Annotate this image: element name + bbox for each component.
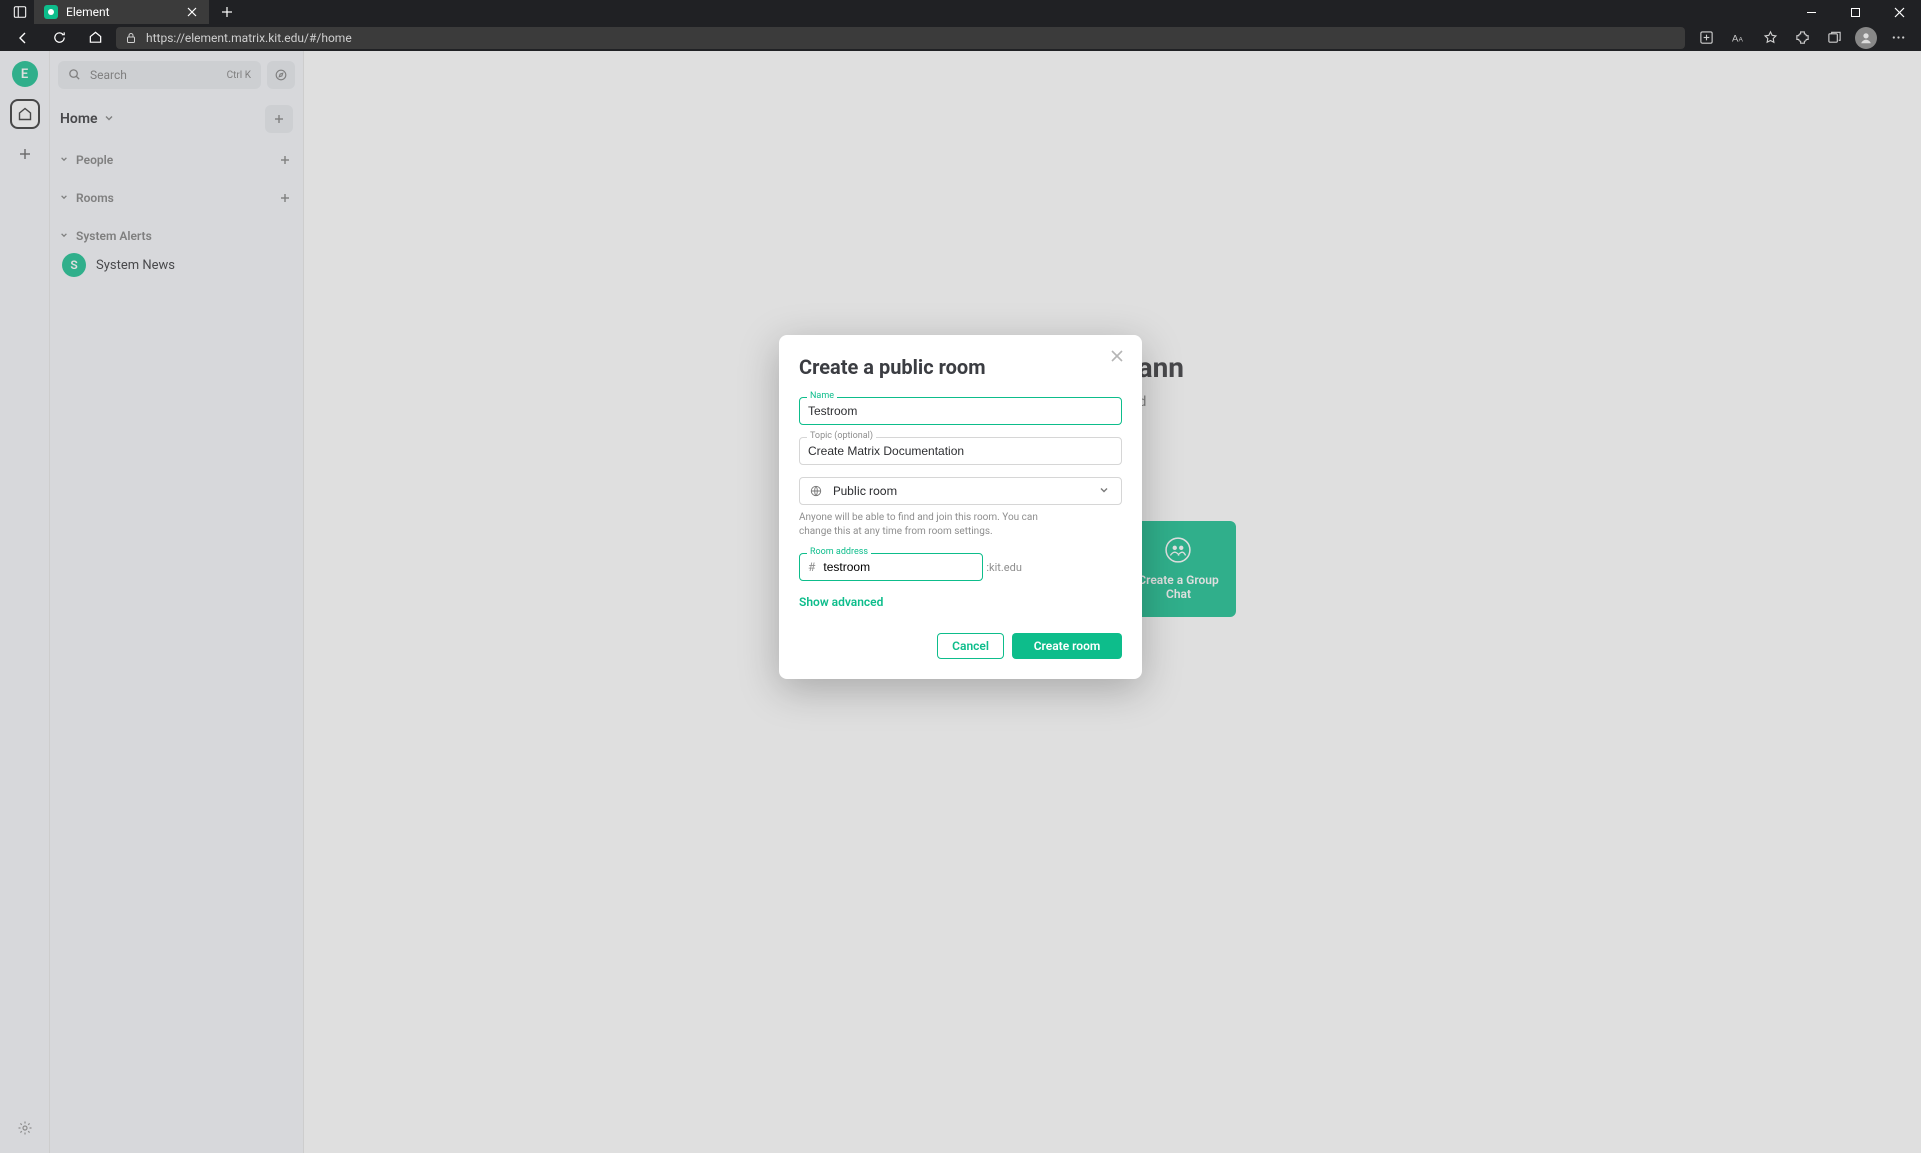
more-menu-button[interactable] — [1883, 24, 1913, 51]
tab-close-button[interactable] — [185, 5, 199, 19]
refresh-button[interactable] — [44, 24, 74, 51]
address-field-label: Room address — [807, 547, 871, 557]
profile-button[interactable] — [1851, 24, 1881, 51]
favorites-icon[interactable] — [1755, 24, 1785, 51]
url-text: https://element.matrix.kit.edu/#/home — [146, 31, 1677, 45]
svg-text:A: A — [1738, 36, 1743, 43]
tab-title: Element — [66, 5, 177, 19]
minimize-button[interactable] — [1789, 0, 1833, 24]
create-room-modal: Create a public room Name Topic (optiona… — [779, 335, 1142, 679]
topic-field-label: Topic (optional) — [807, 431, 876, 441]
globe-icon — [810, 485, 823, 498]
visibility-text: Public room — [833, 484, 1089, 498]
address-field-wrap: Room address # :kit.edu — [799, 553, 983, 581]
browser-chrome: Element https://element.matrix.kit.edu/#… — [0, 0, 1921, 51]
new-tab-button[interactable] — [215, 0, 239, 24]
favicon-icon — [44, 5, 58, 19]
show-advanced-toggle[interactable]: Show advanced — [799, 595, 883, 609]
address-server: :kit.edu — [986, 561, 1022, 574]
create-room-button[interactable]: Create room — [1012, 633, 1122, 659]
window-controls — [1789, 0, 1921, 24]
collections-icon[interactable] — [1819, 24, 1849, 51]
modal-actions: Cancel Create room — [799, 633, 1122, 659]
topic-input[interactable] — [799, 437, 1122, 465]
address-hash: # — [808, 560, 815, 574]
modal-title: Create a public room — [799, 355, 1122, 379]
app-root: E Search Ctrl K Home — [0, 51, 1921, 1153]
back-button[interactable] — [8, 24, 38, 51]
app-install-icon[interactable] — [1691, 24, 1721, 51]
lock-icon — [124, 31, 138, 45]
address-input[interactable] — [823, 560, 978, 574]
name-field-label: Name — [807, 391, 837, 401]
visibility-description: Anyone will be able to find and join thi… — [799, 511, 1059, 539]
extensions-icon[interactable] — [1787, 24, 1817, 51]
toolbar-right-icons: AA — [1691, 24, 1913, 51]
text-size-icon[interactable]: AA — [1723, 24, 1753, 51]
address-box: # :kit.edu — [799, 553, 983, 581]
chevron-down-icon — [1099, 485, 1111, 497]
cancel-button[interactable]: Cancel — [937, 633, 1004, 659]
topic-field-wrap: Topic (optional) — [799, 437, 1122, 465]
name-field-wrap: Name — [799, 397, 1122, 425]
name-input[interactable] — [799, 397, 1122, 425]
browser-toolbar: https://element.matrix.kit.edu/#/home AA — [0, 24, 1921, 51]
home-button[interactable] — [80, 24, 110, 51]
tab-panel-button[interactable] — [6, 0, 34, 24]
visibility-select[interactable]: Public room — [799, 477, 1122, 505]
modal-close-button[interactable] — [1110, 349, 1128, 367]
modal-wrap: Create a public room Name Topic (optiona… — [0, 51, 1921, 1153]
close-window-button[interactable] — [1877, 0, 1921, 24]
tab-strip: Element — [0, 0, 1921, 24]
browser-tab[interactable]: Element — [34, 0, 209, 24]
maximize-button[interactable] — [1833, 0, 1877, 24]
profile-avatar-icon — [1855, 27, 1877, 49]
url-bar[interactable]: https://element.matrix.kit.edu/#/home — [116, 27, 1685, 49]
